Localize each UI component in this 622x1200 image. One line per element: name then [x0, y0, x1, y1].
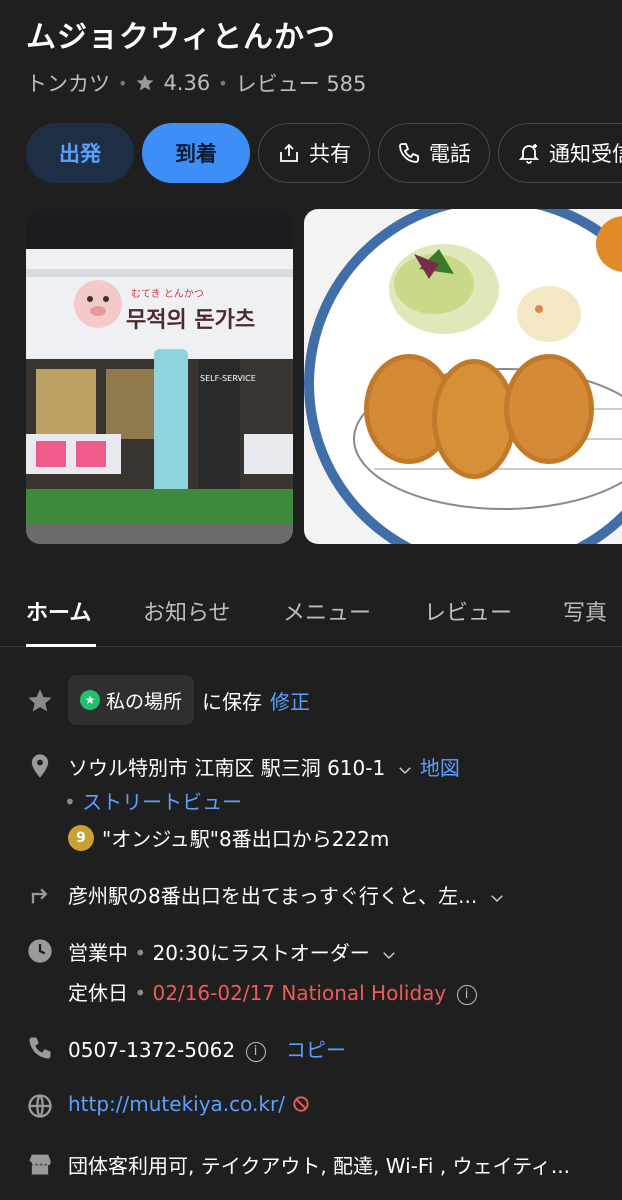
separator-dot: • — [134, 981, 147, 1005]
self-service-sign: SELF-SERVICE — [200, 374, 256, 383]
action-bar: 出発 到着 共有 電話 通知受信 — [26, 123, 622, 183]
globe-icon — [28, 1094, 52, 1118]
review-count[interactable]: レビュー 585 — [236, 68, 367, 98]
address-text[interactable]: ソウル特別市 江南区 駅三洞 610-1 — [68, 756, 385, 780]
storefront-photo[interactable]: むてき とんかつ 무적의 돈가츠 SELF-SERVICE — [26, 209, 293, 544]
subway-line-badge: 9 — [68, 824, 94, 851]
phone-icon — [399, 143, 419, 163]
open-status: 営業中 — [68, 941, 128, 965]
chevron-down-icon[interactable] — [396, 761, 414, 779]
tab-home[interactable]: ホーム — [26, 595, 91, 627]
store-sign: 무적의 돈가츠 — [126, 308, 255, 333]
separator-dot: • — [64, 790, 76, 814]
tab-photos[interactable]: 写真 — [563, 595, 607, 627]
separator-dot: • — [118, 73, 128, 93]
map-link[interactable]: 地図 — [420, 756, 460, 780]
tab-menu[interactable]: メニュー — [283, 595, 371, 627]
phone-number[interactable]: 0507-1372-5062 — [68, 1038, 235, 1062]
notify-button[interactable]: 通知受信 — [498, 123, 622, 183]
tab-reviews[interactable]: レビュー — [424, 595, 512, 627]
star-icon[interactable] — [26, 687, 54, 715]
call-label: 電話 — [429, 142, 471, 166]
chevron-down-icon[interactable] — [488, 889, 506, 907]
copy-link[interactable]: コピー — [286, 1038, 346, 1062]
separator-dot: • — [218, 73, 228, 93]
store-icon — [29, 1154, 51, 1175]
my-places-label: 私の場所 — [106, 690, 183, 713]
street-view-link[interactable]: ストリートビュー — [82, 790, 242, 814]
notify-label: 通知受信 — [549, 142, 622, 166]
phone-icon — [29, 1037, 51, 1059]
chevron-down-icon[interactable] — [380, 946, 398, 964]
call-button[interactable]: 電話 — [378, 123, 490, 183]
bell-plus-icon — [518, 144, 540, 164]
photo-carousel[interactable]: むてき とんかつ 무적의 돈가츠 SELF-SERVICE — [26, 209, 622, 544]
arrive-button[interactable]: 到着 — [142, 123, 250, 183]
share-label: 共有 — [309, 142, 351, 166]
place-meta: トンカツ • 4.36 • レビュー 585 — [26, 68, 366, 98]
amenities-text: 団体客利用可, テイクアウト, 配達, Wi-Fi , ウェイティ... — [68, 1154, 571, 1178]
tab-bar: ホーム お知らせ メニュー レビュー 写真 — [0, 585, 622, 647]
star-icon — [137, 74, 154, 91]
subway-text: "オンジュ駅"8番出口から222m — [102, 827, 390, 851]
store-sign-small: むてき とんかつ — [131, 288, 204, 300]
last-order-text: 20:30にラストオーダー — [152, 941, 370, 965]
edit-link[interactable]: 修正 — [270, 686, 310, 715]
blocked-icon — [293, 1096, 309, 1112]
place-title: ムジョクウィとんかつ — [26, 20, 336, 55]
location-pin-icon — [31, 754, 49, 778]
tab-news[interactable]: お知らせ — [143, 595, 231, 627]
category-label: トンカツ — [26, 72, 110, 96]
directions-text: 彦州駅の8番出口を出てまっすぐ行くと、左... — [68, 884, 478, 908]
share-button[interactable]: 共有 — [258, 123, 370, 183]
rating-value: 4.36 — [163, 71, 211, 95]
share-icon — [280, 143, 298, 162]
closed-value: 02/16-02/17 National Holiday — [152, 981, 447, 1005]
active-tab-indicator — [26, 644, 96, 647]
closed-label: 定休日 — [68, 981, 128, 1005]
website-link[interactable]: http://mutekiya.co.kr/ — [68, 1092, 285, 1116]
my-places-chip[interactable]: ★ 私の場所 — [68, 675, 195, 725]
save-suffix: に保存 — [202, 689, 263, 714]
info-icon[interactable]: i — [245, 1041, 266, 1062]
green-star-icon: ★ — [80, 690, 100, 710]
clock-icon — [28, 939, 52, 963]
info-icon[interactable]: i — [456, 984, 477, 1005]
depart-button[interactable]: 出発 — [26, 123, 134, 183]
separator-dot: • — [134, 941, 147, 965]
turn-right-icon — [31, 888, 48, 904]
tonkatsu-photo[interactable] — [304, 209, 622, 544]
